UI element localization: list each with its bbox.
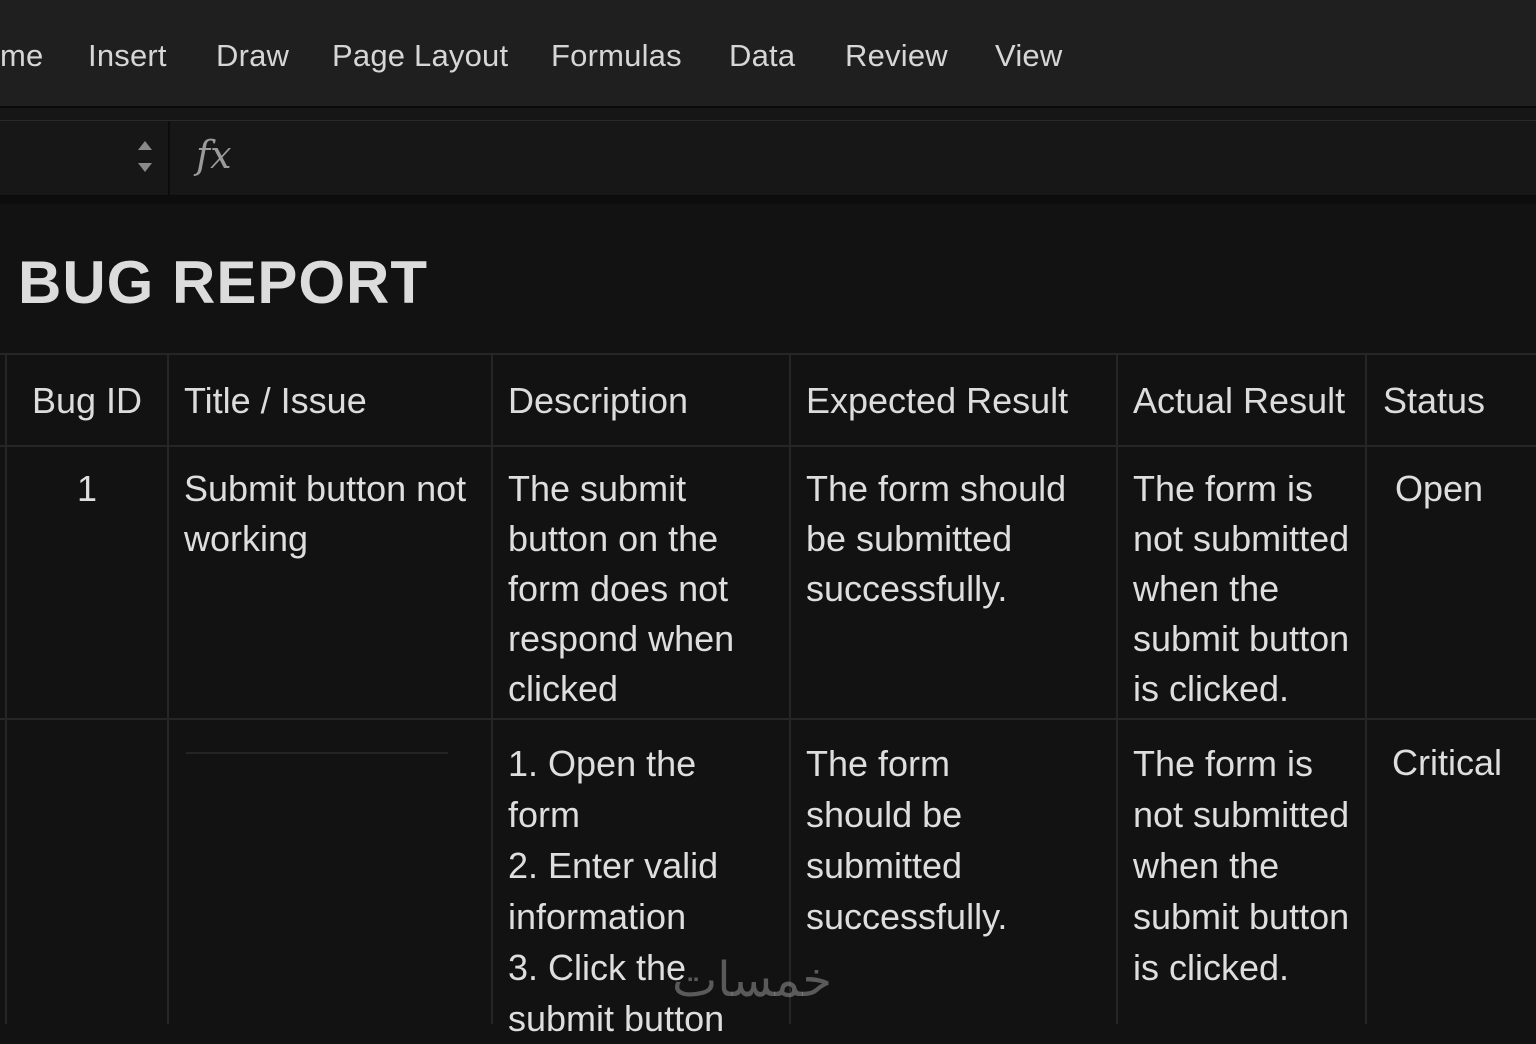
cell-line: The form is	[1133, 468, 1314, 509]
cell-line: submit button	[1133, 618, 1350, 659]
grid-line	[167, 354, 169, 1024]
cell-line: form	[508, 794, 580, 835]
grid-line	[1116, 354, 1118, 1024]
cell-line: successfully.	[806, 896, 1008, 937]
fx-icon[interactable]: fx	[196, 133, 232, 177]
cell-line: when the	[1133, 845, 1280, 886]
cell-description[interactable]: The submit button on the form does not r…	[508, 464, 788, 714]
cell-line: form does not	[508, 568, 729, 609]
cell-line: The submit	[508, 468, 687, 509]
cell-line: not submitted	[1133, 518, 1350, 559]
watermark-text: خمسات	[672, 952, 833, 1008]
cell-line: submit button	[1133, 896, 1350, 937]
cell-bug-id[interactable]: 1	[6, 464, 168, 514]
cell-line: successfully.	[806, 568, 1008, 609]
column-header-expected-result[interactable]: Expected Result	[806, 380, 1068, 422]
column-header-title[interactable]: Title / Issue	[184, 380, 367, 422]
menu-formulas[interactable]: Formulas	[551, 38, 682, 74]
cell-actual-result[interactable]: The form is not submitted when the submi…	[1133, 738, 1363, 993]
name-box-stepper[interactable]	[136, 139, 156, 179]
cell-line: 2. Enter valid	[508, 845, 719, 886]
cell-line: be submitted	[806, 518, 1013, 559]
formula-input[interactable]	[260, 131, 1524, 187]
cell-line: when the	[1133, 568, 1280, 609]
sheet-title[interactable]: BUG REPORT	[18, 248, 428, 317]
cell-severity[interactable]: Critical	[1392, 738, 1532, 788]
cell-actual-result[interactable]: The form is not submitted when the submi…	[1133, 464, 1363, 714]
cell-line: information	[508, 896, 687, 937]
arrow-up-icon[interactable]	[138, 141, 152, 150]
toolbar-gap	[0, 108, 1536, 120]
grid-line	[5, 354, 7, 1024]
column-header-actual-result[interactable]: Actual Result	[1133, 380, 1345, 422]
grid-line	[0, 718, 1536, 720]
grid-line	[789, 354, 791, 1024]
formula-bar: fx	[0, 120, 1536, 197]
cell-expected-result[interactable]: The form should be submitted successfull…	[806, 464, 1112, 614]
cell-status[interactable]: Open	[1395, 464, 1535, 514]
cell-line: is clicked.	[1133, 668, 1290, 709]
cell-line: clicked	[508, 668, 619, 709]
grid-line	[0, 445, 1536, 447]
column-header-status[interactable]: Status	[1383, 380, 1485, 422]
cell-line: not submitted	[1133, 794, 1350, 835]
cell-title[interactable]: Submit button not working	[184, 464, 484, 564]
cell-expected-result[interactable]: The form should be submitted successfull…	[806, 738, 1112, 942]
cell-line: is clicked.	[1133, 947, 1290, 988]
name-box[interactable]	[0, 121, 170, 195]
menu-review[interactable]: Review	[845, 38, 948, 74]
cell-divider	[186, 752, 448, 754]
cell-line: should be	[806, 794, 963, 835]
column-header-bug-id[interactable]: Bug ID	[32, 380, 142, 422]
menu-page-layout[interactable]: Page Layout	[332, 38, 508, 74]
column-header-description[interactable]: Description	[508, 380, 688, 422]
menu-draw[interactable]: Draw	[216, 38, 289, 74]
cell-line: respond when	[508, 618, 735, 659]
grid-line	[0, 353, 1536, 355]
cell-line: 1. Open the	[508, 743, 697, 784]
sheet-top-border	[0, 196, 1536, 204]
menu-view[interactable]: View	[995, 38, 1062, 74]
arrow-down-icon[interactable]	[138, 163, 152, 172]
menu-home[interactable]: me	[0, 38, 43, 74]
grid-line	[491, 354, 493, 1024]
cell-line: The form is	[1133, 743, 1314, 784]
cell-line: button on the	[508, 518, 719, 559]
ribbon-menu-bar: me Insert Draw Page Layout Formulas Data…	[0, 0, 1536, 108]
menu-data[interactable]: Data	[729, 38, 795, 74]
cell-line: The form	[806, 743, 951, 784]
cell-line: The form should	[806, 468, 1067, 509]
grid-line	[1365, 354, 1367, 1024]
menu-insert[interactable]: Insert	[88, 38, 167, 74]
cell-line: submitted	[806, 845, 963, 886]
